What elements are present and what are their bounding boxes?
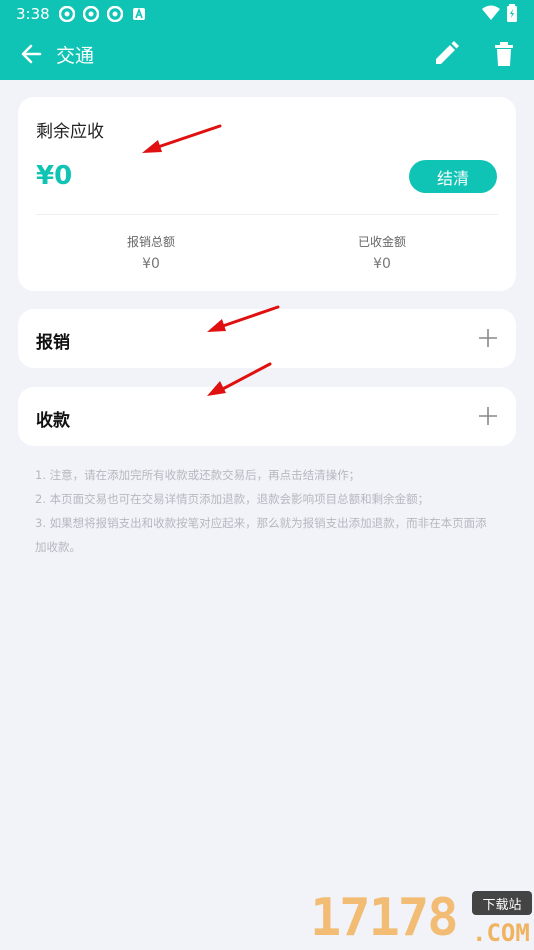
wifi-icon [482, 5, 500, 25]
notification-icon [82, 5, 100, 23]
edit-pencil-icon[interactable] [432, 40, 460, 68]
received-total-stat: 已收金额 ¥0 [282, 233, 482, 272]
app-notification-icon [130, 5, 148, 23]
watermark-domain: .COM [472, 919, 530, 947]
page-title: 交通 [56, 45, 95, 67]
status-notifications [58, 5, 148, 23]
top-app-bar: 3:38 交通 [0, 0, 534, 80]
watermark-logo: 17178 下载站 .COM [310, 888, 534, 950]
note-item: 3. 如果想将报销支出和收款按笔对应起来，那么就为报销支出添加退款，而非在本页面… [35, 516, 487, 554]
battery-icon [506, 4, 518, 26]
add-plus-icon[interactable] [478, 406, 498, 426]
annotation-arrow-icon [207, 362, 272, 396]
remaining-amount: ¥0 [36, 161, 73, 191]
reimburse-total-value: ¥0 [142, 256, 160, 272]
notes-list: 1. 注意，请在添加完所有收款或还款交易后，再点击结清操作； 2. 本页面交易也… [35, 463, 495, 559]
reimburse-total-label: 报销总额 [126, 235, 175, 249]
back-arrow-icon[interactable] [18, 40, 46, 68]
settle-button[interactable]: 结清 [409, 160, 497, 193]
status-time: 3:38 [16, 5, 50, 23]
watermark-badge: 下载站 [472, 891, 532, 915]
received-total-value: ¥0 [373, 256, 391, 272]
divider [36, 214, 498, 215]
reimburse-label: 报销 [36, 333, 70, 353]
annotation-arrow-icon [207, 305, 280, 332]
received-total-label: 已收金额 [357, 235, 406, 249]
status-system-icons [482, 4, 518, 26]
notification-icon [58, 5, 76, 23]
remaining-receivable-label: 剩余应收 [36, 122, 104, 142]
reimburse-total-stat: 报销总额 ¥0 [51, 233, 251, 272]
note-item: 2. 本页面交易也可在交易详情页添加退款，退款会影响项目总额和剩余金额； [35, 492, 430, 506]
add-plus-icon[interactable] [478, 328, 498, 348]
summary-card: 剩余应收 ¥0 结清 报销总额 ¥0 已收金额 ¥0 [18, 97, 516, 291]
watermark-number: 17178 [310, 888, 459, 948]
note-item: 1. 注意，请在添加完所有收款或还款交易后，再点击结清操作； [35, 468, 361, 482]
delete-trash-icon[interactable] [490, 40, 518, 68]
annotation-arrow-icon [142, 124, 222, 153]
notification-icon [106, 5, 124, 23]
receive-label: 收款 [36, 411, 70, 431]
